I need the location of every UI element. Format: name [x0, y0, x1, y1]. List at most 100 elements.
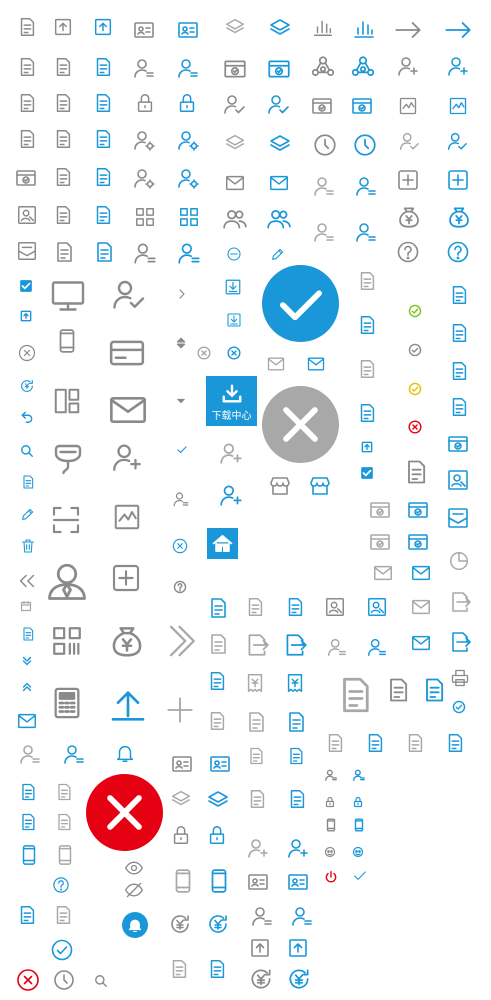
id-card-icon[interactable] — [132, 18, 156, 42]
lock-icon[interactable] — [170, 824, 192, 846]
docs-export-icon[interactable] — [282, 632, 308, 658]
checkbox-checked-icon[interactable] — [19, 279, 33, 293]
user-search-icon[interactable] — [446, 468, 470, 492]
pie-chart-icon[interactable] — [448, 550, 470, 572]
yen-document-icon[interactable] — [448, 360, 470, 382]
line-chart-icon[interactable] — [448, 96, 468, 116]
receipt-icon[interactable] — [244, 672, 266, 694]
line-chart-icon[interactable] — [112, 502, 142, 532]
user-grid-icon[interactable] — [18, 742, 42, 766]
dollar-docs-icon[interactable] — [52, 240, 76, 264]
help-icon[interactable] — [173, 580, 187, 594]
phone-check-icon[interactable] — [18, 844, 40, 866]
bank-card-icon[interactable] — [108, 334, 146, 372]
yen-doc-sign-icon[interactable] — [206, 958, 228, 980]
doc-search-icon[interactable] — [384, 676, 412, 704]
support-icon[interactable] — [324, 846, 336, 858]
add-user-icon[interactable] — [446, 54, 470, 78]
mail-time-icon[interactable] — [372, 562, 394, 584]
mail-icon[interactable] — [268, 172, 290, 194]
doc-card-icon[interactable] — [324, 732, 346, 754]
help-circle-icon[interactable] — [446, 240, 470, 264]
arrow-right-icon[interactable] — [394, 16, 422, 44]
status-check-icon[interactable] — [408, 343, 422, 357]
user-check-icon[interactable] — [222, 92, 246, 116]
calendar-icon[interactable] — [20, 600, 32, 612]
doc-user-icon[interactable] — [16, 904, 38, 926]
yen-doc-sign-icon[interactable] — [168, 958, 190, 980]
help-circle-icon[interactable] — [396, 240, 420, 264]
collapse-up-icon[interactable] — [19, 309, 33, 323]
user-list-icon[interactable] — [250, 904, 274, 928]
mail-box-icon[interactable] — [16, 240, 38, 262]
search-icon[interactable] — [94, 974, 108, 988]
double-right-icon[interactable] — [164, 624, 198, 658]
user-grid-icon[interactable] — [62, 742, 86, 766]
yen-return-icon[interactable] — [168, 912, 192, 936]
lock-small-icon[interactable] — [324, 796, 336, 808]
news-time-icon[interactable] — [356, 358, 378, 380]
mail-time-icon[interactable] — [410, 596, 432, 618]
check-card-icon[interactable] — [266, 56, 292, 82]
bar-chart-icon[interactable] — [352, 16, 376, 40]
line-chart-icon[interactable] — [398, 96, 418, 116]
status-pending-icon[interactable] — [408, 382, 422, 396]
plus-box-icon[interactable] — [396, 168, 420, 192]
mail-icon[interactable] — [224, 172, 246, 194]
doc-shop-icon[interactable] — [284, 710, 308, 734]
check-card-icon[interactable] — [14, 166, 38, 190]
id-card-remove-icon[interactable] — [170, 752, 194, 776]
dropdown-arrow-icon[interactable] — [176, 396, 186, 406]
doc-export-icon[interactable] — [206, 632, 230, 656]
docs-export-icon[interactable] — [244, 632, 270, 658]
circle-close-icon[interactable] — [227, 346, 241, 360]
doc-calendar-icon[interactable] — [54, 812, 74, 832]
doc-card-icon[interactable] — [364, 732, 386, 754]
doc-check-icon[interactable] — [286, 788, 308, 810]
add-user-icon[interactable] — [246, 836, 270, 860]
user-settings-icon[interactable] — [176, 128, 200, 152]
user-check-icon[interactable] — [266, 92, 290, 116]
download-center-tile[interactable]: 下载中心 — [206, 376, 257, 426]
yen-document-icon[interactable] — [52, 166, 74, 188]
edit-icon[interactable] — [20, 506, 36, 522]
checkbox-checked-icon[interactable] — [360, 466, 374, 480]
edit-document-icon[interactable] — [52, 56, 74, 78]
upload-box-icon[interactable] — [286, 936, 310, 960]
users-icon[interactable] — [266, 206, 292, 232]
lock-icon[interactable] — [134, 92, 156, 114]
user-doc-icon[interactable] — [132, 240, 158, 266]
upload-box-icon[interactable] — [52, 16, 74, 38]
mail-search-icon[interactable] — [266, 354, 286, 374]
dollar-document-icon[interactable] — [16, 128, 38, 150]
doc-check-icon[interactable] — [246, 788, 268, 810]
doc-edit-icon[interactable] — [404, 732, 426, 754]
yen-search-icon[interactable] — [448, 322, 470, 344]
upload-box-icon[interactable] — [92, 16, 114, 38]
calculator-icon[interactable] — [50, 686, 84, 720]
dollar-document-icon[interactable] — [92, 204, 114, 226]
close-badge-icon[interactable] — [172, 538, 188, 554]
mail-time-icon[interactable] — [410, 562, 432, 584]
user-check-icon[interactable] — [398, 130, 420, 152]
close-circle-icon[interactable] — [16, 968, 40, 992]
trash-icon[interactable] — [20, 538, 36, 554]
plus-box-icon[interactable] — [110, 562, 142, 594]
doc-calendar-icon[interactable] — [54, 782, 74, 802]
yen-document-icon[interactable] — [92, 166, 114, 188]
doc-settings-icon[interactable] — [20, 626, 36, 642]
doc-grid-icon[interactable] — [286, 746, 306, 766]
add-user-icon[interactable] — [110, 440, 144, 474]
phone-check-icon[interactable] — [54, 844, 76, 866]
doc-grid-icon[interactable] — [246, 746, 266, 766]
doc-list-icon[interactable] — [284, 596, 306, 618]
check-card-icon[interactable] — [446, 432, 470, 456]
double-left-icon[interactable] — [16, 570, 38, 592]
layers-icon[interactable] — [224, 132, 246, 154]
user-check-icon[interactable] — [110, 276, 146, 312]
mobile-icon[interactable] — [206, 868, 232, 894]
arrow-right-icon[interactable] — [444, 16, 472, 44]
add-user-icon[interactable] — [218, 440, 244, 466]
user-search-icon[interactable] — [366, 596, 388, 618]
download-box-icon[interactable] — [226, 312, 242, 328]
